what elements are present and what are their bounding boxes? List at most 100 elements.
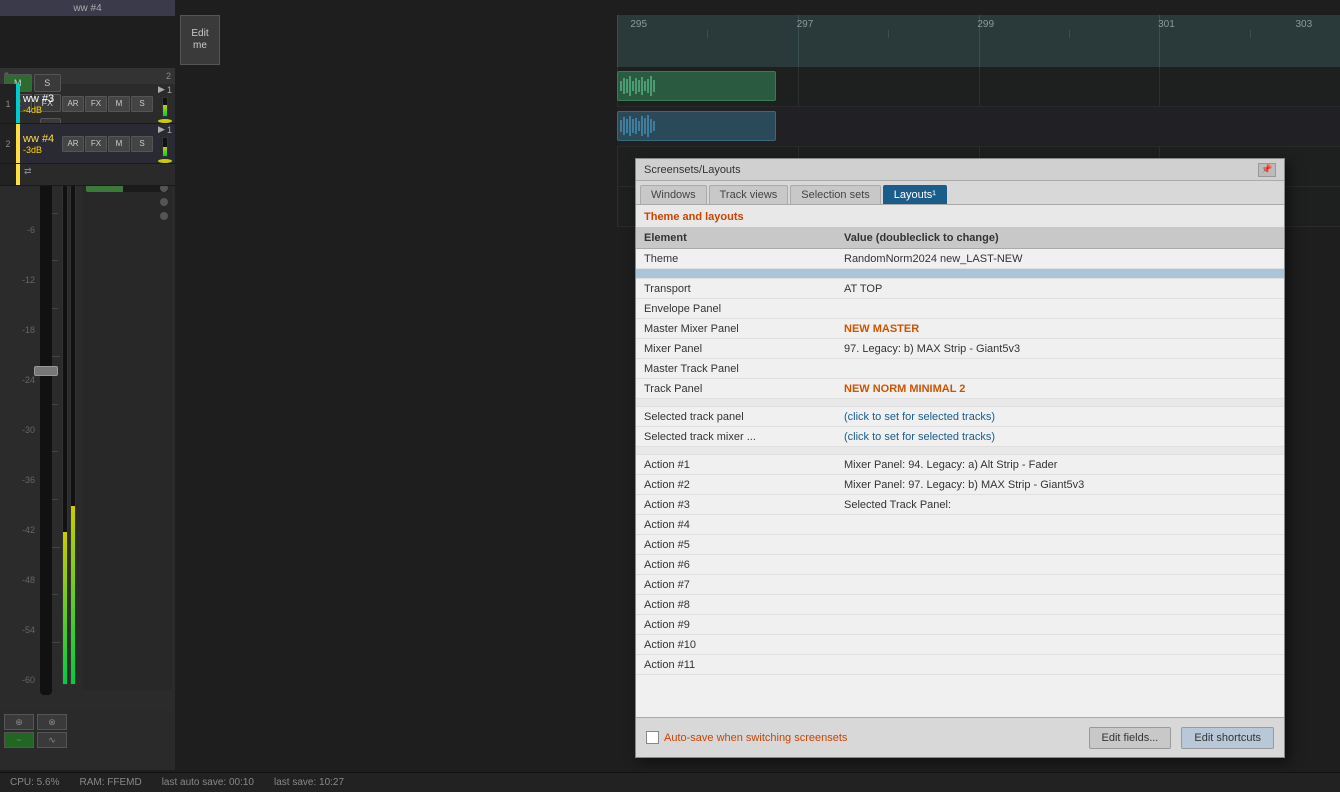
track-2-ar-btn[interactable]: AR xyxy=(62,136,84,152)
cell-sel-track-element: Selected track panel xyxy=(636,411,836,423)
ruler-num-295: 295 xyxy=(630,19,647,30)
ruler-num-297: 297 xyxy=(797,19,814,30)
track-1-num-label: 1 xyxy=(5,99,10,109)
cell-sel-track-value: (click to set for selected tracks) xyxy=(836,411,1284,423)
track-2-play-icon: ▶ xyxy=(158,124,165,135)
table-row-action-3[interactable]: Action #3 Selected Track Panel: xyxy=(636,495,1284,515)
ruler-inner: 295 297 299 301 303 xyxy=(617,15,1340,67)
table-row-master-mixer[interactable]: Master Mixer Panel NEW MASTER xyxy=(636,319,1284,339)
main-fader-track[interactable] xyxy=(40,165,52,695)
track-1-right: ▶ 1 xyxy=(155,84,175,123)
track-1-meter-l xyxy=(162,97,168,117)
track-2-num-label: 2 xyxy=(5,139,10,149)
table-row-action-1[interactable]: Action #1 Mixer Panel: 94. Legacy: a) Al… xyxy=(636,455,1284,475)
status-cpu: CPU: 5.6% xyxy=(10,777,59,788)
s2-icon: S xyxy=(139,139,144,148)
tab-windows[interactable]: Windows xyxy=(640,185,707,204)
section-title-label: Theme and layouts xyxy=(644,211,744,223)
autosave-checkbox-area: Auto-save when switching screensets xyxy=(646,731,1079,744)
cell-action9-element: Action #9 xyxy=(636,619,836,631)
cell-transport-element: Transport xyxy=(636,283,836,295)
track-2-controls: AR FX M S xyxy=(60,124,155,163)
table-row-track-panel[interactable]: Track Panel NEW NORM MINIMAL 2 xyxy=(636,379,1284,399)
edit-shortcuts-button[interactable]: Edit shortcuts xyxy=(1181,727,1274,749)
ssb-btn-1[interactable]: ⊕ xyxy=(4,714,34,730)
track-2-db: -3dB xyxy=(23,145,57,155)
table-row-action-11[interactable]: Action #11 xyxy=(636,655,1284,675)
track-1-name[interactable]: ww #3 xyxy=(23,93,57,105)
tab-selection-sets[interactable]: Selection sets xyxy=(790,185,880,204)
waveform-2 xyxy=(618,112,775,140)
table-row-selected-track-panel[interactable]: Selected track panel (click to set for s… xyxy=(636,407,1284,427)
ruler-tick-0 xyxy=(617,15,618,67)
dialog-pin-button[interactable]: 📌 xyxy=(1258,163,1276,177)
edit-me-panel[interactable]: Editme xyxy=(180,15,220,65)
track-1-meter-l-fill xyxy=(163,105,167,116)
fader-36: -36 xyxy=(22,475,35,485)
ssb-btn-3[interactable]: ~ xyxy=(4,732,34,748)
cell-action1-value: Mixer Panel: 94. Legacy: a) Alt Strip - … xyxy=(836,459,1284,471)
route-icon: ⇄ xyxy=(24,166,32,176)
table-row-theme[interactable]: Theme RandomNorm2024 new_LAST-NEW xyxy=(636,249,1284,269)
table-spacer-1 xyxy=(636,269,1284,279)
track-1-fx-btn[interactable]: FX xyxy=(85,96,107,112)
tab-layouts-label: Layouts¹ xyxy=(894,189,936,201)
table-row-mixer[interactable]: Mixer Panel 97. Legacy: b) MAX Strip - G… xyxy=(636,339,1284,359)
tab-track-views[interactable]: Track views xyxy=(709,185,789,204)
table-row-action-5[interactable]: Action #5 xyxy=(636,535,1284,555)
table-row-master-track[interactable]: Master Track Panel xyxy=(636,359,1284,379)
value-header-label: Value (doubleclick to change) xyxy=(844,232,999,244)
window-titlebar: ww #4 xyxy=(0,0,175,16)
tab-layouts[interactable]: Layouts¹ xyxy=(883,185,947,204)
ruler-num-299: 299 xyxy=(977,19,994,30)
table-row-action-10[interactable]: Action #10 xyxy=(636,635,1284,655)
track-2-s-btn[interactable]: S xyxy=(131,136,153,152)
table-row-selected-track-mixer[interactable]: Selected track mixer ... (click to set f… xyxy=(636,427,1284,447)
table-row-action-4[interactable]: Action #4 xyxy=(636,515,1284,535)
track-1-ar-btn[interactable]: AR xyxy=(62,96,84,112)
table-row-envelope[interactable]: Envelope Panel xyxy=(636,299,1284,319)
track-2-m-btn[interactable]: M xyxy=(108,136,130,152)
master-meters xyxy=(60,165,78,695)
arrange-clip-2[interactable] xyxy=(617,111,776,141)
track-1-play-icon: ▶ xyxy=(158,84,165,95)
tab-selection-sets-label: Selection sets xyxy=(801,189,869,201)
track-row-2: 2 ww #4 -3dB AR FX M S ▶ 1 xyxy=(0,124,175,164)
fader-18: -18 xyxy=(22,325,35,335)
track-2-name[interactable]: ww #4 xyxy=(23,133,57,145)
track-1-s-btn[interactable]: S xyxy=(131,96,153,112)
status-last-save: last save: 10:27 xyxy=(274,777,344,788)
table-row-action-8[interactable]: Action #8 xyxy=(636,595,1284,615)
table-row-action-6[interactable]: Action #6 xyxy=(636,555,1284,575)
arrange-clip-1[interactable] xyxy=(617,71,776,101)
autosave-checkbox[interactable] xyxy=(646,731,659,744)
cell-master-track-element: Master Track Panel xyxy=(636,363,836,375)
ssb-btn-2[interactable]: ⊗ xyxy=(37,714,67,730)
cell-action8-element: Action #8 xyxy=(636,599,836,611)
tab-windows-label: Windows xyxy=(651,189,696,201)
bottom-left-buttons: ⊕ ⊗ ~ ∿ xyxy=(0,710,175,770)
track-2-fx-btn[interactable]: FX xyxy=(85,136,107,152)
edit-fields-button[interactable]: Edit fields... xyxy=(1089,727,1172,749)
table-row-action-7[interactable]: Action #7 xyxy=(636,575,1284,595)
track-section: 1 ww #3 -4dB AR FX M S ▶ 1 xyxy=(0,84,175,186)
track-2-vol-label: 1 xyxy=(167,125,172,135)
tab-track-views-label: Track views xyxy=(720,189,778,201)
cell-sel-mixer-value: (click to set for selected tracks) xyxy=(836,431,1284,443)
fader-30: -30 xyxy=(22,425,35,435)
table-row-action-9[interactable]: Action #9 xyxy=(636,615,1284,635)
ssb-btn-4[interactable]: ∿ xyxy=(37,732,67,748)
table-scroll-area[interactable]: Theme RandomNorm2024 new_LAST-NEW Transp… xyxy=(636,249,1284,717)
cell-master-mixer-element: Master Mixer Panel xyxy=(636,323,836,335)
table-row-transport[interactable]: Transport AT TOP xyxy=(636,279,1284,299)
fader-scale: -0- -6 -12 -18 -24 -30 -36 -42 -48 -54 -… xyxy=(0,165,38,695)
col-value-header: Value (doubleclick to change) xyxy=(836,232,1284,244)
arrange-row-1 xyxy=(617,67,1340,107)
daw-container: ww #4 Editme 0 2 M S R FX -3.44 ≡ -0- -6… xyxy=(0,0,1340,792)
mixer-label-two: 2 xyxy=(166,71,171,81)
cell-action11-element: Action #11 xyxy=(636,659,836,671)
layouts-table: Element Value (doubleclick to change) Th… xyxy=(636,227,1284,717)
table-row-action-2[interactable]: Action #2 Mixer Panel: 97. Legacy: b) MA… xyxy=(636,475,1284,495)
m-icon: M xyxy=(116,99,123,108)
track-1-m-btn[interactable]: M xyxy=(108,96,130,112)
